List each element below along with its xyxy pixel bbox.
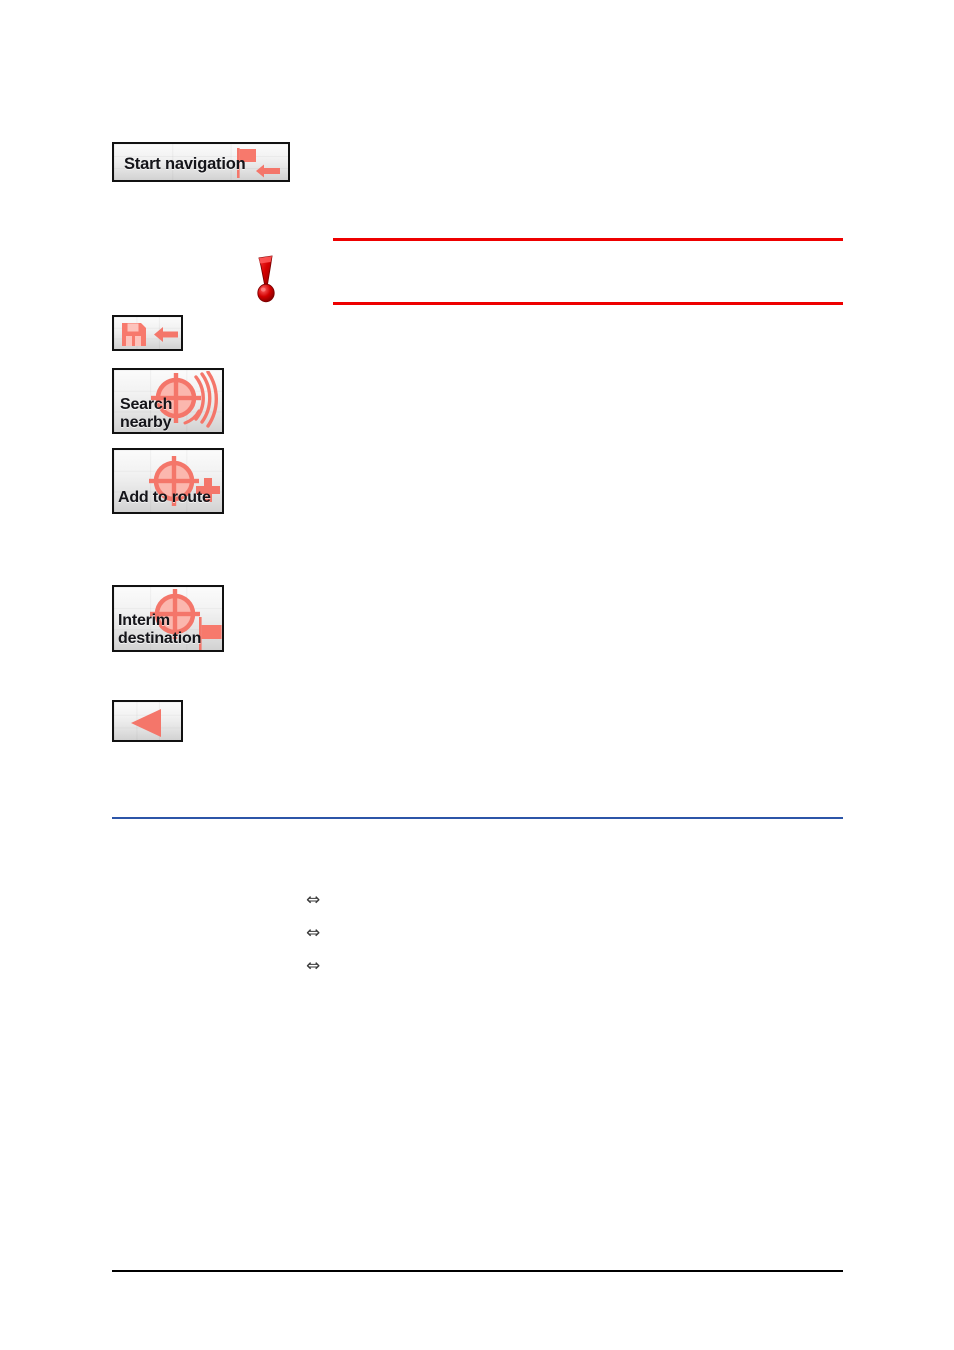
footer-divider-rule xyxy=(112,1270,843,1272)
interim-destination-button[interactable]: Interim destination xyxy=(112,585,224,652)
save-button[interactable] xyxy=(112,315,183,351)
warning-note-block xyxy=(333,238,843,305)
left-right-arrow-icon: ⇔ xyxy=(306,890,321,910)
note-rule-top xyxy=(333,238,843,241)
search-nearby-label: Search nearby xyxy=(120,396,173,431)
section-divider-rule xyxy=(112,817,843,819)
save-floppy-with-left-arrow-icon xyxy=(121,322,179,347)
left-right-arrow-icon: ⇔ xyxy=(306,923,321,943)
add-to-route-label: Add to route xyxy=(118,489,211,506)
start-navigation-button[interactable]: Start navigation xyxy=(112,142,290,182)
list-item: ⇔ xyxy=(306,892,826,917)
left-right-arrow-icon: ⇔ xyxy=(306,956,321,976)
back-button[interactable] xyxy=(112,700,183,742)
start-navigation-label: Start navigation xyxy=(124,155,246,173)
search-nearby-button[interactable]: Search nearby xyxy=(112,368,224,434)
manual-page: Start navigation Search nearby Add to ro… xyxy=(0,0,954,1350)
list-item: ⇔ xyxy=(306,958,826,983)
red-exclamation-mark-icon xyxy=(248,252,284,304)
add-to-route-button[interactable]: Add to route xyxy=(112,448,224,514)
interim-destination-label: Interim destination xyxy=(118,612,202,647)
back-left-triangle-icon xyxy=(128,709,170,737)
list-item: ⇔ xyxy=(306,925,826,950)
note-rule-bottom xyxy=(333,302,843,305)
arrow-bullet-list: ⇔ ⇔ ⇔ xyxy=(306,892,826,991)
